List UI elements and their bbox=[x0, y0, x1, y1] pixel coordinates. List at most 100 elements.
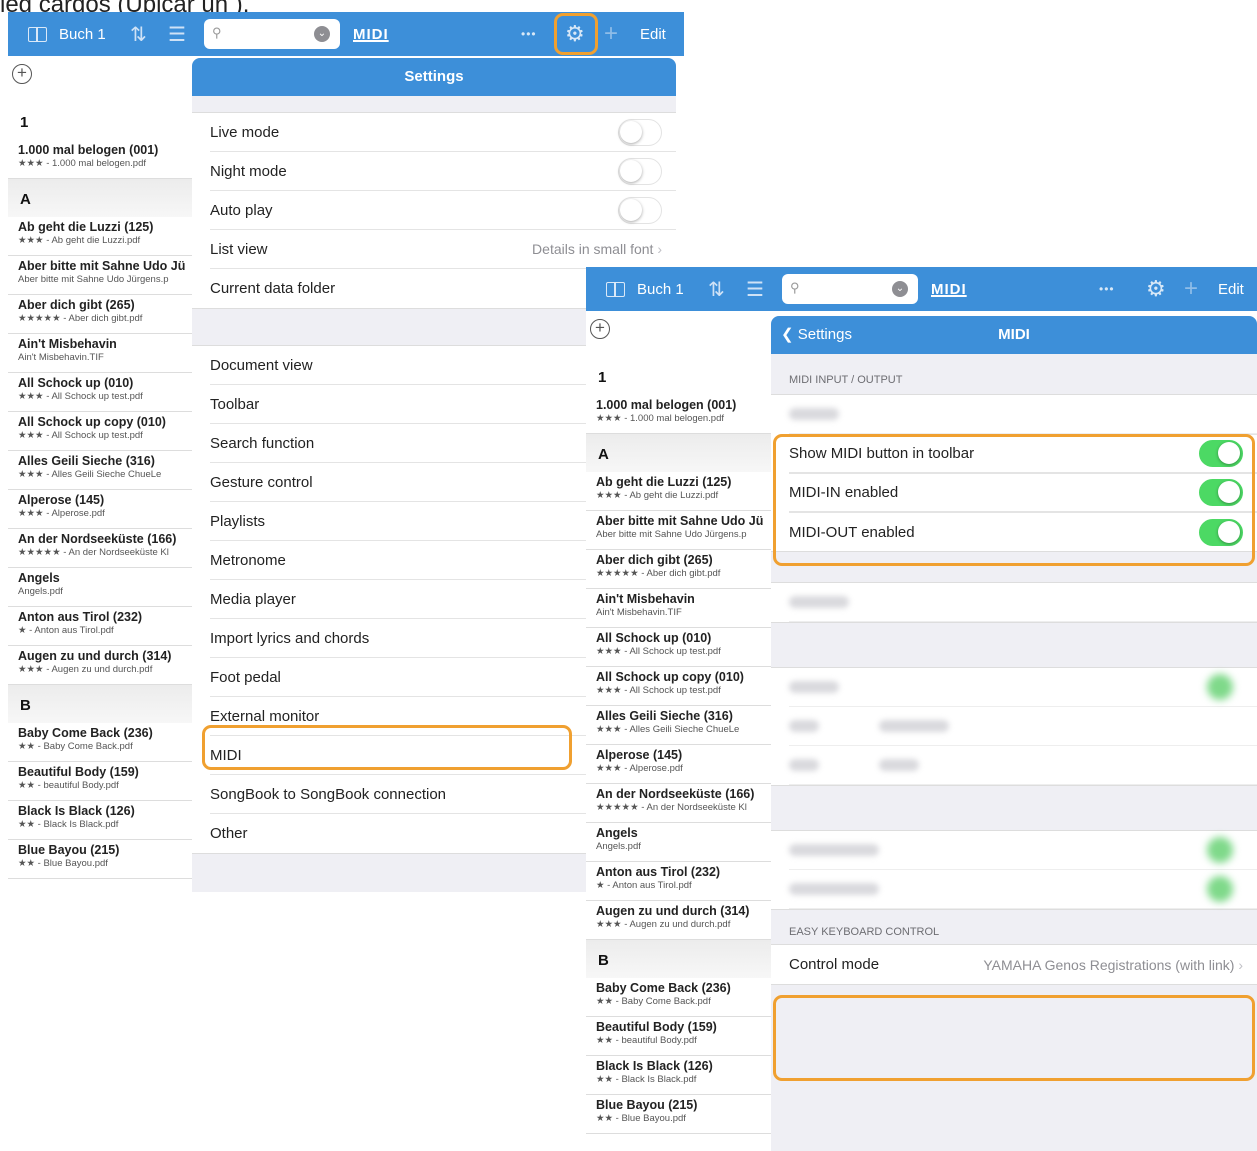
gear-icon[interactable]: ⚙ bbox=[1146, 267, 1166, 311]
list-item[interactable]: Angels Angels.pdf bbox=[586, 823, 776, 862]
list-item[interactable]: Black Is Black (126) ★★ - Black Is Black.… bbox=[8, 801, 198, 840]
row-label: Foot pedal bbox=[210, 668, 281, 686]
list-item[interactable]: Baby Come Back (236) ★★ - Baby Come Back.… bbox=[586, 978, 776, 1017]
clear-search-icon[interactable]: ⌄ bbox=[314, 26, 330, 42]
song-subtitle: ★★★★★ - An der Nordseeküste Kl bbox=[596, 802, 747, 813]
song-subtitle: ★★★ - Alperose.pdf bbox=[596, 763, 683, 774]
list-item[interactable]: Ab geht die Luzzi (125) ★★★ - Ab geht die… bbox=[586, 472, 776, 511]
list-item[interactable]: Augen zu und durch (314) ★★★ - Augen zu u… bbox=[8, 646, 198, 685]
song-title: Black Is Black (126) bbox=[18, 804, 135, 818]
song-subtitle: ★★★ - Ab geht die Luzzi.pdf bbox=[596, 490, 719, 501]
song-subtitle: ★★ - Baby Come Back.pdf bbox=[18, 741, 133, 752]
row-label: Metronome bbox=[210, 551, 286, 569]
settings-row[interactable]: Live mode bbox=[210, 113, 676, 152]
midi-toggle-row[interactable]: Show MIDI button in toolbar bbox=[789, 434, 1257, 473]
list-item[interactable]: Aber bitte mit Sahne Udo Jü Aber bitte mi… bbox=[586, 511, 776, 550]
song-subtitle: ★★★ - Ab geht die Luzzi.pdf bbox=[18, 235, 141, 246]
toggle-switch[interactable] bbox=[1199, 479, 1243, 506]
settings-row[interactable]: Night mode bbox=[210, 152, 676, 191]
toggle-switch[interactable] bbox=[618, 118, 662, 146]
list-item[interactable]: Ab geht die Luzzi (125) ★★★ - Ab geht die… bbox=[8, 217, 198, 256]
book-button[interactable]: Buch 1 bbox=[28, 12, 106, 56]
song-subtitle: ★★ - Blue Bayou.pdf bbox=[18, 858, 108, 869]
midi-toggle-row[interactable]: MIDI-OUT enabled bbox=[789, 512, 1257, 551]
row-label: Auto play bbox=[210, 201, 273, 219]
list-item[interactable]: All Schock up (010) ★★★ - All Schock up t… bbox=[586, 628, 776, 667]
more-icon[interactable]: ••• bbox=[1099, 267, 1115, 311]
list-item[interactable]: Black Is Black (126) ★★ - Black Is Black.… bbox=[586, 1056, 776, 1095]
list-item[interactable]: Anton aus Tirol (232) ★ - Anton aus Tirol… bbox=[8, 607, 198, 646]
list-item[interactable]: Angels Angels.pdf bbox=[8, 568, 198, 607]
sort-icon[interactable]: ⇅ bbox=[708, 267, 725, 311]
list-item[interactable]: Alles Geili Sieche (316) ★★★ - Alles Geil… bbox=[586, 706, 776, 745]
midi-toggle-row[interactable]: MIDI-IN enabled bbox=[789, 473, 1257, 512]
control-mode-row[interactable]: Control mode YAMAHA Genos Registrations … bbox=[789, 945, 1257, 984]
song-title: Aber dich gibt (265) bbox=[596, 553, 713, 567]
midi-logo-button[interactable]: MIDI bbox=[931, 267, 967, 311]
song-subtitle: ★★★ - Alperose.pdf bbox=[18, 508, 105, 519]
song-subtitle: ★★★ - 1.000 mal belogen.pdf bbox=[18, 158, 147, 169]
list-item[interactable]: Beautiful Body (159) ★★ - beautiful Body.… bbox=[586, 1017, 776, 1056]
list-item[interactable]: Aber dich gibt (265) ★★★★★ - Aber dich gi… bbox=[586, 550, 776, 589]
section-header: A bbox=[586, 434, 776, 472]
song-title: Blue Bayou (215) bbox=[18, 843, 120, 857]
list-item[interactable]: 1.000 mal belogen (001) ★★★ - 1.000 mal b… bbox=[8, 140, 198, 179]
list-item[interactable]: Alperose (145) ★★★ - Alperose.pdf bbox=[586, 745, 776, 784]
list-item[interactable]: Alles Geili Sieche (316) ★★★ - Alles Geil… bbox=[8, 451, 198, 490]
list-item[interactable]: All Schock up copy (010) ★★★ - All Schock… bbox=[586, 667, 776, 706]
row-label: MIDI-IN enabled bbox=[789, 484, 899, 501]
screenshot-settings: Buch 1 ⇅ ☰ ⚲ ⌄ MIDI ••• ⚙ + Edit + 1 1.00… bbox=[8, 12, 684, 892]
edit-button[interactable]: Edit bbox=[1218, 267, 1244, 311]
list-item[interactable]: Blue Bayou (215) ★★ - Blue Bayou.pdf bbox=[586, 1095, 776, 1134]
song-list: + 1 1.000 mal belogen (001) ★★★ - 1.000 ma… bbox=[586, 311, 776, 1151]
song-title: Augen zu und durch (314) bbox=[596, 904, 750, 918]
add-song-icon[interactable]: + bbox=[590, 319, 610, 339]
book-button[interactable]: Buch 1 bbox=[606, 267, 684, 311]
list-item[interactable]: An der Nordseeküste (166) ★★★★★ - An der … bbox=[8, 529, 198, 568]
plus-icon[interactable]: + bbox=[1184, 267, 1198, 311]
midi-title-text: MIDI bbox=[998, 326, 1030, 343]
list-item[interactable]: Alperose (145) ★★★ - Alperose.pdf bbox=[8, 490, 198, 529]
toggle-switch[interactable] bbox=[618, 196, 662, 224]
ekc-header: EASY KEYBOARD CONTROL bbox=[789, 926, 940, 938]
song-title: Augen zu und durch (314) bbox=[18, 649, 172, 663]
song-subtitle: ★ - Anton aus Tirol.pdf bbox=[596, 880, 692, 891]
list-item[interactable]: An der Nordseeküste (166) ★★★★★ - An der … bbox=[586, 784, 776, 823]
settings-row[interactable]: List view Details in small font bbox=[210, 230, 676, 269]
settings-row[interactable]: Auto play bbox=[210, 191, 676, 230]
edit-button[interactable]: Edit bbox=[640, 12, 666, 56]
list-item[interactable]: All Schock up copy (010) ★★★ - All Schock… bbox=[8, 412, 198, 451]
list-item[interactable]: Aber dich gibt (265) ★★★★★ - Aber dich gi… bbox=[8, 295, 198, 334]
gear-icon[interactable]: ⚙ bbox=[565, 12, 585, 56]
clear-search-icon[interactable]: ⌄ bbox=[892, 281, 908, 297]
list-item[interactable]: Aber bitte mit Sahne Udo Jü Aber bitte mi… bbox=[8, 256, 198, 295]
back-settings-button[interactable]: ❮ Settings bbox=[781, 316, 852, 354]
list-item[interactable]: Baby Come Back (236) ★★ - Baby Come Back.… bbox=[8, 723, 198, 762]
toggle-switch[interactable] bbox=[1199, 440, 1243, 467]
toggle-switch[interactable] bbox=[1199, 518, 1243, 546]
list-icon[interactable]: ☰ bbox=[746, 267, 764, 311]
list-icon[interactable]: ☰ bbox=[168, 12, 186, 56]
more-icon[interactable]: ••• bbox=[521, 12, 537, 56]
song-title: Aber dich gibt (265) bbox=[18, 298, 135, 312]
song-title: Ain't Misbehavin bbox=[18, 337, 117, 351]
list-item[interactable]: All Schock up (010) ★★★ - All Schock up t… bbox=[8, 373, 198, 412]
toggle-switch[interactable] bbox=[618, 157, 662, 185]
list-item[interactable]: Beautiful Body (159) ★★ - beautiful Body.… bbox=[8, 762, 198, 801]
sort-icon[interactable]: ⇅ bbox=[130, 12, 147, 56]
song-subtitle: ★★★ - All Schock up test.pdf bbox=[596, 685, 721, 696]
list-item[interactable]: Augen zu und durch (314) ★★★ - Augen zu u… bbox=[586, 901, 776, 940]
list-item[interactable]: Anton aus Tirol (232) ★ - Anton aus Tirol… bbox=[586, 862, 776, 901]
list-item[interactable]: Ain't Misbehavin Ain't Misbehavin.TIF bbox=[586, 589, 776, 628]
search-input[interactable]: ⚲ ⌄ bbox=[782, 274, 918, 304]
search-input[interactable]: ⚲ ⌄ bbox=[204, 19, 340, 49]
song-subtitle: Aber bitte mit Sahne Udo Jürgens.p bbox=[596, 529, 747, 540]
song-subtitle: ★★★ - Augen zu und durch.pdf bbox=[18, 664, 153, 675]
song-title: Angels bbox=[596, 826, 638, 840]
list-item[interactable]: Ain't Misbehavin Ain't Misbehavin.TIF bbox=[8, 334, 198, 373]
plus-icon[interactable]: + bbox=[604, 12, 618, 56]
add-song-icon[interactable]: + bbox=[12, 64, 32, 84]
list-item[interactable]: 1.000 mal belogen (001) ★★★ - 1.000 mal b… bbox=[586, 395, 776, 434]
list-item[interactable]: Blue Bayou (215) ★★ - Blue Bayou.pdf bbox=[8, 840, 198, 879]
midi-logo-button[interactable]: MIDI bbox=[353, 12, 389, 56]
